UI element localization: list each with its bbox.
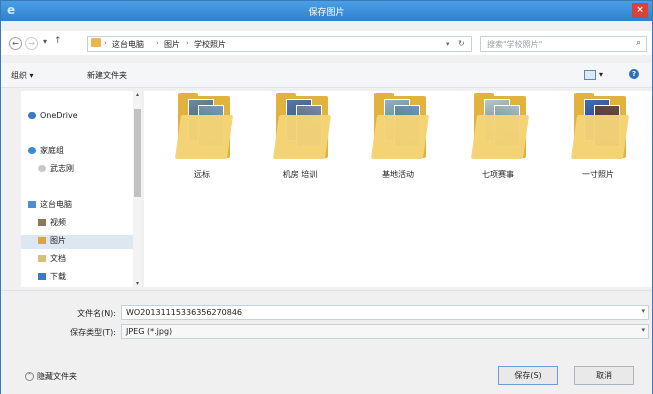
nav-item-this-pc[interactable]: 这台电脑 [28, 199, 72, 213]
filetype-dropdown-icon[interactable]: ▾ [641, 326, 645, 334]
documents-folder-icon [38, 255, 46, 262]
view-options-icon[interactable] [584, 70, 596, 80]
hide-folders-toggle[interactable]: ^ 隐藏文件夹 [25, 371, 77, 382]
cloud-icon [28, 112, 36, 119]
filename-field[interactable]: WO20131115336356270846 ▾ [121, 305, 649, 320]
back-arrow-icon[interactable]: ← [9, 37, 22, 50]
save-button[interactable]: 保存(S) [498, 366, 558, 385]
breadcrumb-separator-icon: › [186, 39, 189, 47]
filetype-label: 保存类型(T): [70, 328, 116, 337]
search-placeholder: 搜索"学校照片" [487, 40, 543, 49]
nav-item-label: OneDrive [40, 111, 78, 120]
filetype-select[interactable]: JPEG (*.jpg) ▾ [121, 324, 649, 339]
folder-icon [91, 38, 101, 47]
folder-item[interactable]: 远标 [166, 91, 238, 187]
hide-folders-label: 隐藏文件夹 [37, 372, 77, 381]
forward-arrow-icon[interactable]: → [25, 37, 38, 50]
help-icon[interactable]: ? [629, 69, 639, 79]
computer-icon [28, 201, 36, 208]
close-button[interactable]: × [632, 3, 648, 18]
scrollbar-thumb[interactable] [134, 109, 141, 197]
folder-item[interactable]: 机房 培训 [264, 91, 336, 187]
save-dialog: e 保存图片 × ← → ▾ ↑ › 这台电脑 › 图片 › 学校照片 ▾ ↻ … [0, 0, 653, 394]
nav-item-downloads[interactable]: 下载 [38, 271, 66, 285]
scroll-down-icon[interactable]: ▾ [133, 280, 142, 287]
address-row: ← → ▾ ↑ › 这台电脑 › 图片 › 学校照片 ▾ ↻ 搜索"学校照片" … [1, 31, 652, 55]
nav-item-label: 图片 [50, 236, 66, 245]
nav-item-label: 视频 [50, 218, 66, 227]
search-input[interactable]: 搜索"学校照片" ⌕ [480, 36, 647, 52]
filename-label: 文件名(N): [77, 309, 116, 318]
filename-value: WO20131115336356270846 [126, 308, 243, 317]
folder-item[interactable]: 基地活动 [362, 91, 434, 187]
folder-label: 机房 培训 [282, 170, 318, 179]
nav-item-pictures[interactable]: 图片 [21, 235, 133, 249]
breadcrumb-school-photos[interactable]: 学校照片 [194, 39, 226, 50]
up-arrow-icon[interactable]: ↑ [54, 36, 62, 46]
nav-item-label: 文档 [50, 254, 66, 263]
folder-item[interactable]: 七项赛事 [462, 91, 534, 187]
nav-item-homegroup[interactable]: 家庭组 [28, 145, 64, 159]
navigation-scrollbar[interactable]: ▴ ▾ [133, 91, 142, 287]
nav-item-videos[interactable]: 视频 [38, 217, 66, 231]
nav-item-label: 这台电脑 [40, 200, 72, 209]
breadcrumb-separator-icon: › [156, 39, 159, 47]
folder-label: 七项赛事 [482, 170, 514, 179]
toolbar: 组织 ▾ 新建文件夹 ▾ ? [1, 63, 652, 88]
downloads-folder-icon [38, 273, 46, 280]
nav-item-homegroup-user[interactable]: 武志刚 [38, 163, 74, 177]
pictures-folder-icon [38, 237, 46, 244]
folder-item[interactable]: 一寸照片 [562, 91, 634, 187]
file-list: 远标 机房 培训 基地活动 七项赛事 一寸照片 [144, 91, 652, 287]
folder-label: 一寸照片 [582, 170, 614, 179]
scroll-up-icon[interactable]: ▴ [133, 91, 142, 98]
navigation-pane: OneDrive 家庭组 武志刚 这台电脑 视频 图片 文档 下载 [21, 91, 142, 287]
nav-item-label: 武志刚 [50, 164, 74, 173]
filename-dropdown-icon[interactable]: ▾ [641, 307, 645, 315]
address-bar[interactable]: › 这台电脑 › 图片 › 学校照片 ▾ ↻ [87, 36, 472, 52]
new-folder-button[interactable]: 新建文件夹 [87, 70, 127, 81]
recent-locations-chevron-icon[interactable]: ▾ [43, 37, 47, 46]
cancel-button[interactable]: 取消 [574, 366, 634, 385]
videos-folder-icon [38, 219, 46, 226]
title-bar: e 保存图片 × [1, 1, 652, 21]
breadcrumb-pictures[interactable]: 图片 [164, 39, 180, 50]
address-dropdown-icon[interactable]: ▾ [446, 40, 450, 48]
breadcrumb-separator-icon: › [104, 39, 107, 47]
save-form: 文件名(N): WO20131115336356270846 ▾ 保存类型(T)… [1, 290, 652, 394]
breadcrumb-this-pc[interactable]: 这台电脑 [112, 39, 144, 50]
collapse-chevron-icon: ^ [25, 372, 34, 381]
nav-item-documents[interactable]: 文档 [38, 253, 66, 267]
organize-menu-button[interactable]: 组织 ▾ [11, 70, 34, 81]
nav-item-label: 家庭组 [40, 146, 64, 155]
user-icon [38, 165, 46, 172]
homegroup-icon [28, 147, 36, 154]
nav-item-label: 下载 [50, 272, 66, 281]
search-icon[interactable]: ⌕ [636, 38, 641, 48]
refresh-icon[interactable]: ↻ [458, 39, 465, 48]
folder-label: 远标 [194, 170, 210, 179]
nav-item-onedrive[interactable]: OneDrive [28, 111, 78, 125]
folder-label: 基地活动 [382, 170, 414, 179]
view-options-chevron-icon[interactable]: ▾ [599, 70, 603, 79]
filetype-value: JPEG (*.jpg) [126, 327, 173, 336]
window-title: 保存图片 [308, 8, 345, 18]
